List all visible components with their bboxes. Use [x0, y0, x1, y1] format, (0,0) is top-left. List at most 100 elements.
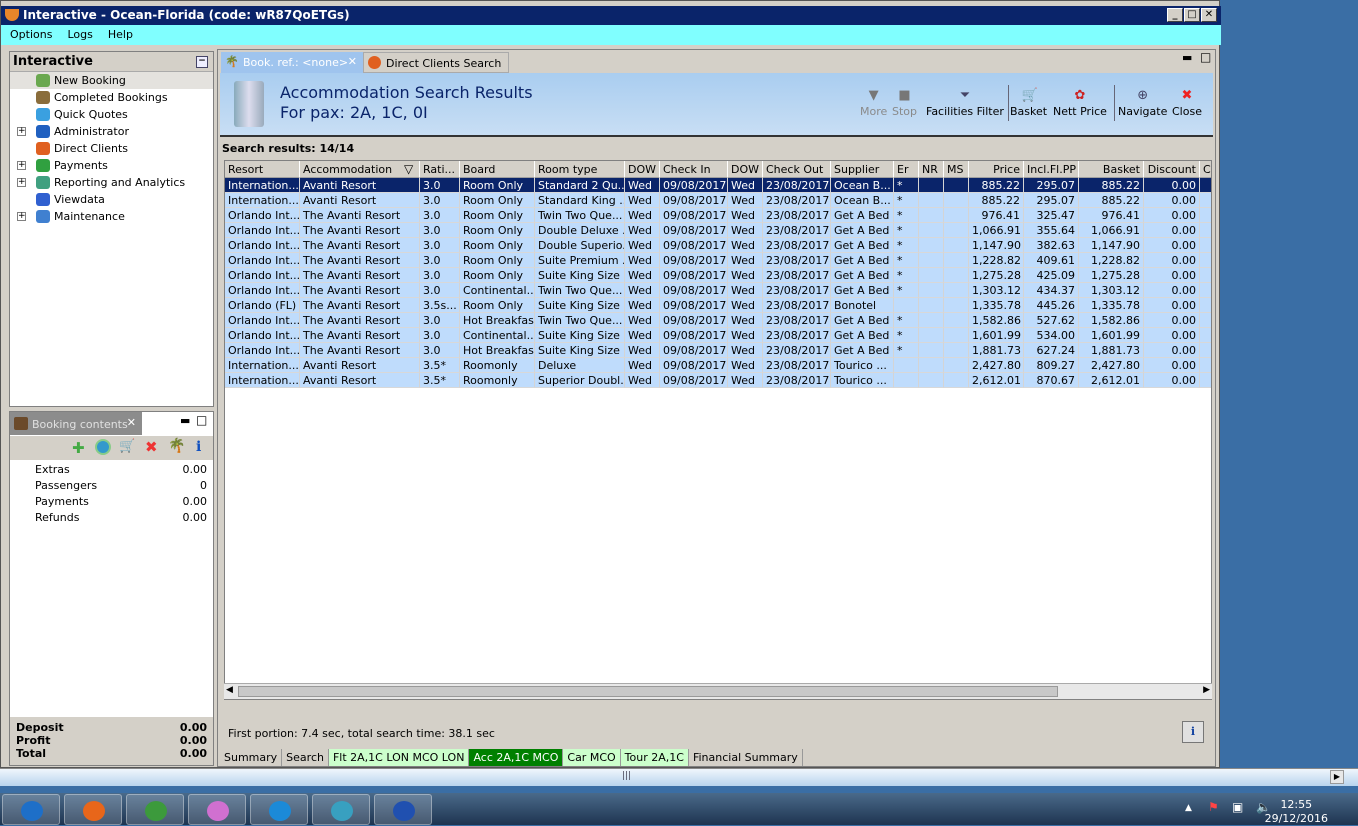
scroll-grip[interactable]: ||| — [622, 771, 631, 781]
desktop-scrollbar[interactable]: ||| ▶ — [0, 768, 1358, 786]
nav-item-payments[interactable]: + Payments — [10, 157, 213, 174]
column-header-discount[interactable]: Discount — [1144, 161, 1200, 178]
column-header-check-in[interactable]: Check In — [660, 161, 728, 178]
column-header-accommodation[interactable]: Accommodation — [300, 161, 420, 178]
maximize-button[interactable]: □ — [1184, 8, 1200, 22]
column-header-resort[interactable]: Resort — [225, 161, 300, 178]
table-row[interactable]: Orlando Int... The Avanti Resort 3.0 Room O… — [225, 208, 1211, 223]
column-header-c[interactable]: C — [1200, 161, 1211, 178]
nav-item-new-booking[interactable]: New Booking — [10, 72, 213, 89]
action-center-flag-icon[interactable]: ⚑ — [1208, 800, 1219, 814]
table-row[interactable]: Orlando Int... The Avanti Resort 3.0 Room O… — [225, 268, 1211, 283]
show-hidden-icons[interactable]: ▲ — [1185, 803, 1192, 813]
table-row[interactable]: Internation... Avanti Resort 3.5* Roomonly D… — [225, 358, 1211, 373]
network-icon[interactable]: ▣ — [1232, 800, 1243, 814]
column-header-dow[interactable]: DOW — [728, 161, 763, 178]
table-row[interactable]: Internation... Avanti Resort 3.0 Room Only S… — [225, 178, 1211, 193]
bottom-tab-financial-summary[interactable]: Financial Summary — [688, 749, 803, 766]
table-row[interactable]: Orlando Int... The Avanti Resort 3.0 Room O… — [225, 253, 1211, 268]
tab-booking-ref[interactable]: 🌴 Book. ref.: <none> ✕ — [221, 52, 363, 73]
nav-item-reporting-and-analytics[interactable]: + Reporting and Analytics — [10, 174, 213, 191]
column-header-rati[interactable]: Rati... — [420, 161, 460, 178]
nav-item-completed-bookings[interactable]: Completed Bookings — [10, 89, 213, 106]
menu-options[interactable]: Options — [1, 25, 58, 41]
taskbar-g-app[interactable] — [250, 794, 308, 825]
cell-room-type: Suite King Size ... — [535, 343, 625, 358]
toolbar-basket-button[interactable]: 🛒 Basket — [1010, 89, 1047, 119]
table-row[interactable]: Internation... Avanti Resort 3.5* Roomonly S… — [225, 373, 1211, 388]
close-icon[interactable]: ✕ — [127, 416, 136, 429]
column-header-incl-fl-pp[interactable]: Incl.Fl.PP — [1024, 161, 1079, 178]
nav-item-administrator[interactable]: + Administrator — [10, 123, 213, 140]
scroll-right-icon[interactable]: ▶ — [1203, 685, 1210, 695]
column-header-ms[interactable]: MS — [944, 161, 969, 178]
scroll-right-icon[interactable]: ▶ — [1330, 770, 1344, 784]
minimize-icon[interactable]: ▬ — [1182, 51, 1192, 64]
taskbar-remote-desktop[interactable] — [374, 794, 432, 825]
column-header-nr[interactable]: NR — [919, 161, 944, 178]
table-row[interactable]: Internation... Avanti Resort 3.0 Room Only S… — [225, 193, 1211, 208]
taskbar-itunes[interactable] — [188, 794, 246, 825]
bottom-tab-summary[interactable]: Summary — [220, 749, 283, 766]
column-header-supplier[interactable]: Supplier — [831, 161, 894, 178]
nav-item-viewdata[interactable]: Viewdata — [10, 191, 213, 208]
table-row[interactable]: Orlando Int... The Avanti Resort 3.0 Contin… — [225, 328, 1211, 343]
taskbar-firefox[interactable] — [64, 794, 122, 825]
minimize-icon[interactable]: ▬ — [180, 414, 190, 427]
toolbar-facilities-filter-button[interactable]: ⏷ Facilities Filter — [926, 89, 1004, 119]
delete-icon[interactable]: ✖ — [145, 438, 158, 456]
nav-item-maintenance[interactable]: + Maintenance — [10, 208, 213, 225]
scroll-left-icon[interactable]: ◀ — [226, 685, 233, 695]
bottom-tab-flt-2a-1c-lon-mco-lon[interactable]: Flt 2A,1C LON MCO LON — [328, 749, 470, 766]
taskbar-outlook[interactable] — [2, 794, 60, 825]
palm-island-icon[interactable]: 🌴 — [168, 438, 185, 454]
column-header-room-type[interactable]: Room type — [535, 161, 625, 178]
info-icon[interactable]: i — [196, 439, 201, 455]
column-header-price[interactable]: Price — [969, 161, 1024, 178]
expand-icon[interactable]: + — [17, 161, 26, 170]
clock-icon[interactable] — [95, 439, 111, 455]
column-header-dow[interactable]: DOW — [625, 161, 660, 178]
horizontal-scrollbar[interactable]: ◀ ▶ — [224, 683, 1212, 699]
table-row[interactable]: Orlando Int... The Avanti Resort 3.0 Room O… — [225, 238, 1211, 253]
bottom-tab-acc-2a-1c-mco[interactable]: Acc 2A,1C MCO — [469, 749, 564, 766]
scroll-thumb[interactable] — [238, 686, 1058, 697]
collapse-icon[interactable]: − — [196, 56, 208, 68]
nav-item-direct-clients[interactable]: Direct Clients — [10, 140, 213, 157]
toolbar-navigate-button[interactable]: ⊕ Navigate — [1118, 89, 1167, 119]
maximize-icon[interactable]: □ — [196, 413, 207, 427]
filter-icon[interactable]: ▽ — [404, 162, 413, 176]
column-header-board[interactable]: Board — [460, 161, 535, 178]
bottom-tab-car-mco[interactable]: Car MCO — [563, 749, 621, 766]
table-row[interactable]: Orlando Int... The Avanti Resort 3.0 Hot Br… — [225, 343, 1211, 358]
tab-direct-clients-search[interactable]: Direct Clients Search — [363, 52, 509, 73]
table-row[interactable]: Orlando Int... The Avanti Resort 3.0 Room O… — [225, 223, 1211, 238]
taskbar-app[interactable] — [312, 794, 370, 825]
booking-contents-tab[interactable]: Booking contents ✕ — [10, 412, 142, 435]
close-tab-icon[interactable]: ✕ — [348, 55, 357, 68]
table-row[interactable]: Orlando Int... The Avanti Resort 3.0 Hot Br… — [225, 313, 1211, 328]
toolbar-close-button[interactable]: ✖ Close — [1172, 89, 1202, 119]
menu-help[interactable]: Help — [99, 25, 139, 41]
toolbar-nett-price-button[interactable]: ✿ Nett Price — [1053, 89, 1107, 119]
expand-icon[interactable]: + — [17, 212, 26, 221]
minimize-button[interactable]: _ — [1167, 8, 1183, 22]
bottom-tab-tour-2a-1c[interactable]: Tour 2A,1C — [620, 749, 689, 766]
column-header-er[interactable]: Er — [894, 161, 919, 178]
column-header-check-out[interactable]: Check Out — [763, 161, 831, 178]
table-row[interactable]: Orlando (FL) The Avanti Resort 3.5s... Room… — [225, 298, 1211, 313]
menu-logs[interactable]: Logs — [58, 25, 98, 41]
close-window-button[interactable]: ✕ — [1201, 8, 1217, 22]
expand-icon[interactable]: + — [17, 178, 26, 187]
taskbar-chrome[interactable] — [126, 794, 184, 825]
maximize-icon[interactable]: □ — [1200, 50, 1211, 64]
basket-icon[interactable]: 🛒 — [119, 439, 135, 454]
table-row[interactable]: Orlando Int... The Avanti Resort 3.0 Contin… — [225, 283, 1211, 298]
info-button[interactable]: i — [1182, 721, 1204, 743]
expand-icon[interactable]: + — [17, 127, 26, 136]
system-clock[interactable]: 12:55 29/12/2016 — [1265, 798, 1328, 826]
column-header-basket[interactable]: Basket — [1079, 161, 1144, 178]
bottom-tab-search[interactable]: Search — [282, 749, 329, 766]
nav-item-quick-quotes[interactable]: Quick Quotes — [10, 106, 213, 123]
add-icon[interactable]: ✚ — [72, 439, 85, 457]
